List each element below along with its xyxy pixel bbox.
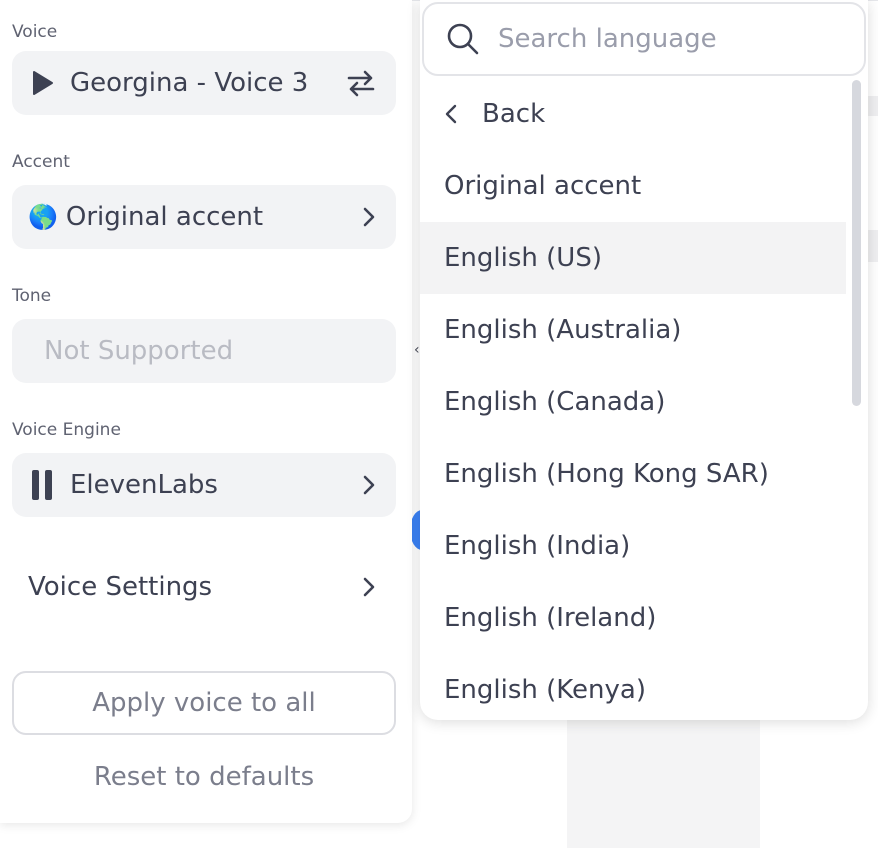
background-column	[567, 700, 760, 848]
play-icon[interactable]	[32, 70, 54, 96]
globe-icon: 🌎	[28, 203, 58, 231]
voice-value: Georgina - Voice 3	[70, 68, 309, 98]
chevron-left-icon	[445, 104, 457, 124]
swap-icon[interactable]	[346, 68, 376, 98]
list-item[interactable]: Original accent	[420, 150, 846, 222]
search-icon	[447, 23, 479, 55]
voice-settings-row[interactable]: Voice Settings	[12, 555, 396, 619]
list-item[interactable]: English (Australia)	[420, 294, 846, 366]
search-language-input[interactable]	[498, 24, 838, 54]
list-item[interactable]: English (Hong Kong SAR)	[420, 438, 846, 510]
scrollbar-thumb[interactable]	[852, 80, 861, 406]
elevenlabs-icon	[32, 470, 54, 500]
accent-selector[interactable]: 🌎 Original accent	[12, 185, 396, 249]
tone-label: Tone	[12, 286, 52, 306]
search-box[interactable]	[422, 2, 866, 76]
chevron-right-icon	[363, 475, 375, 495]
tone-value: Not Supported	[44, 336, 234, 366]
engine-value: ElevenLabs	[70, 470, 218, 500]
list-item[interactable]: English (Ireland)	[420, 582, 846, 654]
chevron-right-icon	[363, 207, 375, 227]
engine-selector[interactable]: ElevenLabs	[12, 453, 396, 517]
voice-panel: Voice Georgina - Voice 3 Accent 🌎 Origin…	[0, 0, 412, 823]
list-item[interactable]: English (US)	[420, 222, 846, 294]
list-item[interactable]: English (Canada)	[420, 366, 846, 438]
accent-value: Original accent	[65, 202, 264, 232]
engine-label: Voice Engine	[12, 420, 121, 440]
tone-selector: Not Supported	[12, 319, 396, 383]
voice-selector[interactable]: Georgina - Voice 3	[12, 51, 396, 115]
list-item[interactable]: English (Kenya)	[420, 654, 846, 720]
chevron-right-icon	[363, 577, 375, 597]
accent-dropdown: Back Original accent English (US) Englis…	[420, 0, 868, 720]
reset-to-defaults-button[interactable]: Reset to defaults	[12, 745, 396, 809]
back-label: Back	[482, 99, 546, 129]
voice-settings-label: Voice Settings	[28, 572, 213, 602]
apply-voice-to-all-button[interactable]: Apply voice to all	[12, 671, 396, 735]
accent-label: Accent	[12, 152, 70, 172]
voice-label: Voice	[12, 22, 58, 42]
list-item[interactable]: English (India)	[420, 510, 846, 582]
back-item[interactable]: Back	[420, 78, 846, 150]
